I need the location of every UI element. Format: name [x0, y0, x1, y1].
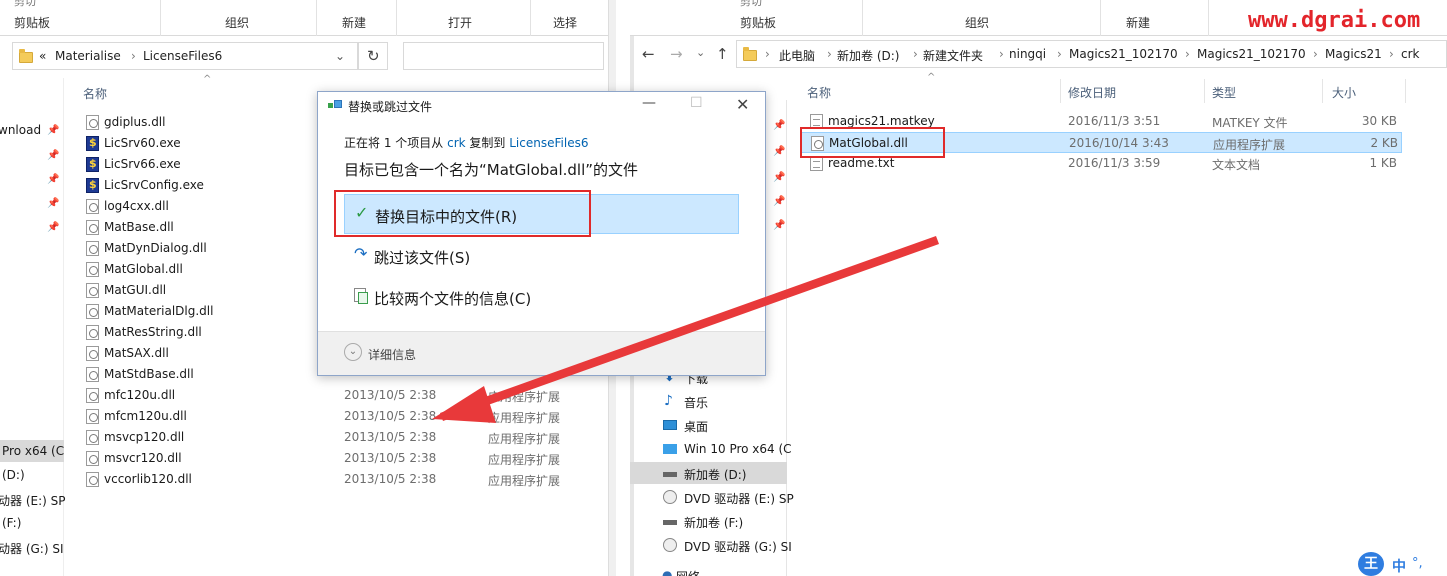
annotation-arrow-head: [432, 386, 496, 423]
annotation-arrow-shaft: [440, 236, 939, 421]
annotation-arrow: [432, 236, 939, 423]
